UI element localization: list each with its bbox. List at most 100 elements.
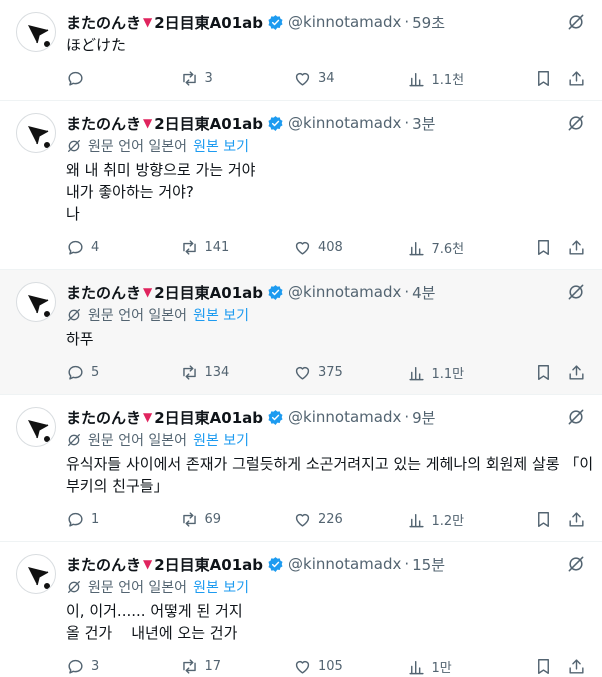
avatar[interactable] bbox=[16, 113, 56, 153]
share-icon bbox=[567, 69, 586, 88]
handle[interactable]: @kinnotamadx bbox=[288, 114, 401, 132]
timestamp[interactable]: 59초 bbox=[412, 12, 445, 33]
tweet-text-line: 왜 내 취미 방향으로 가는 거야 bbox=[66, 161, 256, 179]
reply-button[interactable]: 4 bbox=[66, 238, 180, 257]
translation-notice: 원문 언어 일본어 원본 보기 bbox=[66, 135, 586, 157]
translation-notice: 원문 언어 일본어 원본 보기 bbox=[66, 576, 586, 598]
views-button[interactable]: 1.2만 bbox=[407, 510, 521, 529]
display-name[interactable]: またのんき bbox=[66, 554, 141, 575]
bookmark-button[interactable] bbox=[534, 363, 553, 382]
separator-dot: · bbox=[404, 555, 410, 573]
handle[interactable]: @kinnotamadx bbox=[288, 13, 401, 31]
repost-icon bbox=[180, 69, 205, 88]
like-count: 34 bbox=[318, 70, 335, 86]
tweet-header: またのんき ▼ 2日目東A01ab @kinnotamadx · 9분 bbox=[66, 407, 586, 427]
display-name[interactable]: またのんき bbox=[66, 12, 141, 33]
translation-notice: 원문 언어 일본어 원본 보기 bbox=[66, 429, 586, 451]
display-name-tag[interactable]: 2日目東A01ab bbox=[154, 407, 263, 428]
like-button[interactable]: 105 bbox=[293, 657, 407, 676]
views-count: 7.6천 bbox=[431, 241, 465, 257]
share-button[interactable] bbox=[567, 657, 586, 676]
translation-notice: 원문 언어 일본어 원본 보기 bbox=[66, 304, 586, 326]
bookmark-icon bbox=[534, 657, 553, 676]
bookmark-icon bbox=[534, 238, 553, 257]
like-button[interactable]: 408 bbox=[293, 238, 407, 257]
share-button[interactable] bbox=[567, 510, 586, 529]
tweet-text-line: 올 건가 내년에 오는 건가 bbox=[66, 624, 238, 642]
display-name[interactable]: またのんき bbox=[66, 282, 141, 303]
reply-button[interactable]: 5 bbox=[66, 363, 180, 382]
tweet-text: 이, 이거...... 어떻게 된 거지올 건가 내년에 오는 건가 bbox=[66, 600, 586, 644]
share-button[interactable] bbox=[567, 69, 586, 88]
reply-button[interactable]: 3 bbox=[66, 657, 180, 676]
timestamp[interactable]: 3분 bbox=[412, 113, 435, 134]
show-original-link[interactable]: 원본 보기 bbox=[193, 136, 249, 156]
like-button[interactable]: 375 bbox=[293, 363, 407, 382]
display-name[interactable]: またのんき bbox=[66, 113, 141, 134]
share-button[interactable] bbox=[567, 238, 586, 257]
show-original-link[interactable]: 원본 보기 bbox=[193, 430, 249, 450]
tweet[interactable]: またのんき ▼ 2日目東A01ab @kinnotamadx · 9분 원문 언… bbox=[0, 395, 602, 542]
like-icon bbox=[293, 657, 318, 676]
grok-icon[interactable] bbox=[566, 282, 586, 302]
translation-source-label: 원문 언어 일본어 bbox=[88, 580, 188, 596]
like-button[interactable]: 34 bbox=[293, 69, 407, 88]
tweet[interactable]: またのんき ▼ 2日目東A01ab @kinnotamadx · 59초 ほどけ… bbox=[0, 0, 602, 101]
timestamp[interactable]: 4분 bbox=[412, 282, 435, 303]
grok-icon[interactable] bbox=[566, 554, 586, 574]
grok-icon[interactable] bbox=[566, 12, 586, 32]
translation-source-label: 원문 언어 일본어 bbox=[88, 433, 188, 449]
views-button[interactable]: 1.1만 bbox=[407, 363, 521, 382]
display-name-tag[interactable]: 2日目東A01ab bbox=[154, 113, 263, 134]
timestamp[interactable]: 9분 bbox=[412, 407, 435, 428]
translate-icon bbox=[66, 432, 82, 448]
like-button[interactable]: 226 bbox=[293, 510, 407, 529]
timestamp[interactable]: 15분 bbox=[412, 554, 445, 575]
avatar[interactable] bbox=[16, 282, 56, 322]
share-button[interactable] bbox=[567, 363, 586, 382]
repost-button[interactable]: 134 bbox=[180, 363, 294, 382]
display-name-tag[interactable]: 2日目東A01ab bbox=[154, 282, 263, 303]
like-icon bbox=[293, 363, 318, 382]
like-icon bbox=[293, 510, 318, 529]
repost-button[interactable]: 141 bbox=[180, 238, 294, 257]
display-name-tag[interactable]: 2日目東A01ab bbox=[154, 12, 263, 33]
repost-button[interactable]: 69 bbox=[180, 510, 294, 529]
separator-dot: · bbox=[404, 114, 410, 132]
tweet-text-line: 하푸 bbox=[66, 330, 94, 348]
bookmark-button[interactable] bbox=[534, 69, 553, 88]
tweet-text: 유식자들 사이에서 존재가 그럴듯하게 소곤거려지고 있는 게헤나의 회원제 살… bbox=[66, 453, 594, 497]
display-name[interactable]: またのんき bbox=[66, 407, 141, 428]
repost-button[interactable]: 3 bbox=[180, 69, 294, 88]
reply-icon bbox=[66, 238, 91, 257]
tweet-text-line: 이, 이거...... 어떻게 된 거지 bbox=[66, 602, 243, 620]
views-button[interactable]: 1.1천 bbox=[407, 69, 521, 88]
show-original-link[interactable]: 원본 보기 bbox=[193, 305, 249, 325]
avatar[interactable] bbox=[16, 407, 56, 447]
tweet[interactable]: またのんき ▼ 2日目東A01ab @kinnotamadx · 3분 원문 언… bbox=[0, 101, 602, 270]
tweet[interactable]: またのんき ▼ 2日目東A01ab @kinnotamadx · 4분 원문 언… bbox=[0, 270, 602, 395]
reply-count: 5 bbox=[91, 364, 100, 380]
show-original-link[interactable]: 원본 보기 bbox=[193, 577, 249, 597]
repost-button[interactable]: 17 bbox=[180, 657, 294, 676]
tweet-text-line: 유식자들 사이에서 존재가 그럴듯하게 소곤거려지고 있는 게헤나의 회원제 살… bbox=[66, 455, 594, 473]
handle[interactable]: @kinnotamadx bbox=[288, 283, 401, 301]
grok-icon[interactable] bbox=[566, 407, 586, 427]
handle[interactable]: @kinnotamadx bbox=[288, 555, 401, 573]
avatar[interactable] bbox=[16, 554, 56, 594]
reply-button[interactable] bbox=[66, 69, 180, 88]
tweet[interactable]: またのんき ▼ 2日目東A01ab @kinnotamadx · 15분 원문 … bbox=[0, 542, 602, 677]
display-name-tag[interactable]: 2日目東A01ab bbox=[154, 554, 263, 575]
handle[interactable]: @kinnotamadx bbox=[288, 408, 401, 426]
reply-button[interactable]: 1 bbox=[66, 510, 180, 529]
bookmark-button[interactable] bbox=[534, 238, 553, 257]
bookmark-button[interactable] bbox=[534, 657, 553, 676]
views-button[interactable]: 7.6천 bbox=[407, 238, 521, 257]
grok-icon[interactable] bbox=[566, 113, 586, 133]
bookmark-button[interactable] bbox=[534, 510, 553, 529]
bookmark-icon bbox=[534, 510, 553, 529]
views-button[interactable]: 1만 bbox=[407, 657, 521, 676]
share-icon bbox=[567, 238, 586, 257]
avatar[interactable] bbox=[16, 12, 56, 52]
share-icon bbox=[567, 363, 586, 382]
